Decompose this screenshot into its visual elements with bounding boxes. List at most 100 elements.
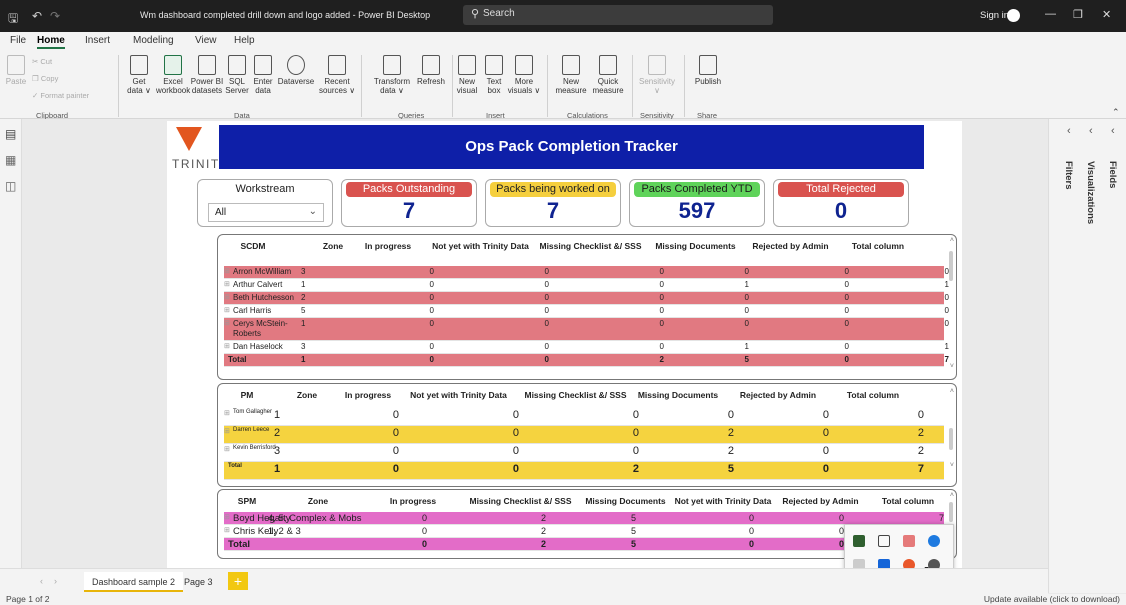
scroll-up-icon[interactable]: ˄ <box>950 388 954 395</box>
column-header[interactable]: In progress <box>353 241 423 251</box>
table-row[interactable]: ⊞ Arron McWilliam 3 0 0 0 0 0 0 <box>224 266 949 279</box>
table-row[interactable]: ⊞ Cerys McStein- Roberts 1 0 0 0 0 0 0 <box>224 318 949 342</box>
update-available-link[interactable]: Update available (click to download) <box>984 594 1120 604</box>
expand-icon[interactable]: ⊞ <box>224 267 230 275</box>
total-row[interactable]: Total 1 0 0 2 5 0 7 <box>224 462 944 480</box>
text-box-button[interactable]: Text box <box>482 55 506 95</box>
total-row[interactable]: Total 0 2 5 0 0 <box>224 538 944 551</box>
column-header[interactable]: Rejected by Admin <box>743 241 838 251</box>
column-header[interactable]: Missing Checklist &/ SSS <box>523 390 628 400</box>
table-row[interactable]: ⊞ Dan Haselock 3 0 0 0 1 0 1 <box>224 341 949 355</box>
cut-button[interactable]: ✂ Cut <box>32 57 52 66</box>
scroll-up-icon[interactable]: ˄ <box>950 237 954 244</box>
pm-table[interactable]: PM Zone In progress Not yet with Trinity Da… <box>217 383 957 487</box>
workstream-dropdown[interactable]: All ⌄ <box>208 203 324 222</box>
excel-workbook-button[interactable]: Excel workbook <box>156 55 190 95</box>
restore-icon[interactable]: ❐ <box>1073 8 1083 21</box>
nvidia-icon[interactable] <box>853 535 865 547</box>
menu-insert[interactable]: Insert <box>85 35 110 46</box>
table-row[interactable]: ⊞ Carl Harris 5 0 0 0 0 0 0 <box>224 305 949 318</box>
column-header[interactable]: SCDM <box>223 241 283 251</box>
table-row[interactable]: ⊞ Boyd Hegarty 4, 5, Complex & Mobs 0 2 5 0 0 7 <box>224 512 944 525</box>
column-header[interactable]: Missing Checklist &/ SSS <box>533 241 648 251</box>
expand-icon[interactable]: ⊞ <box>224 526 230 534</box>
transform-data-button[interactable]: Transform data ∨ <box>370 55 414 95</box>
sign-in-link[interactable]: Sign in <box>980 10 1009 21</box>
column-header[interactable]: Missing Checklist &/ SSS <box>463 496 578 506</box>
powerbi-datasets-button[interactable]: Power BI datasets <box>190 55 224 95</box>
column-header[interactable]: Zone <box>292 390 322 400</box>
table-row[interactable]: ⊞ Kevin Berrisford 3 0 0 0 2 0 2 <box>224 444 944 462</box>
sensitivity-button[interactable]: Sensitivity ∨ <box>636 55 678 95</box>
close-icon[interactable]: ✕ <box>1102 8 1111 21</box>
expand-icon[interactable]: ⊞ <box>224 342 230 350</box>
column-header[interactable]: Not yet with Trinity Data <box>396 390 521 400</box>
filters-pane-tab[interactable]: Filters <box>1063 161 1074 190</box>
column-header[interactable]: In progress <box>338 390 398 400</box>
publish-button[interactable]: Publish <box>690 55 726 86</box>
collapse-filters-icon[interactable]: ‹ <box>1067 125 1071 137</box>
undo-icon[interactable]: ↶ <box>32 9 42 23</box>
format-painter-button[interactable]: ✓ Format painter <box>32 91 89 100</box>
copy-button[interactable]: ❐ Copy <box>32 74 58 83</box>
scroll-down-icon[interactable]: ˅ <box>950 462 954 469</box>
collapse-ribbon-icon[interactable]: ⌃ <box>1112 107 1120 118</box>
expand-icon[interactable]: ⊞ <box>224 409 230 417</box>
quick-measure-button[interactable]: Quick measure <box>590 55 626 95</box>
column-header[interactable]: Rejected by Admin <box>728 390 828 400</box>
table-row[interactable]: ⊞ Darren Leece 2 0 0 0 2 0 2 <box>224 426 944 444</box>
bluetooth-icon[interactable] <box>928 535 940 547</box>
account-icon[interactable] <box>1007 9 1020 22</box>
new-visual-button[interactable]: New visual <box>454 55 480 95</box>
minimize-icon[interactable]: — <box>1045 8 1056 20</box>
visualizations-pane-tab[interactable]: Visualizations <box>1085 161 1096 224</box>
model-view-icon[interactable]: ◫ <box>5 179 16 193</box>
column-header[interactable]: PM <box>222 390 272 400</box>
column-header[interactable]: Total column <box>838 241 918 251</box>
expand-icon[interactable]: ⊞ <box>224 280 230 288</box>
fields-pane-tab[interactable]: Fields <box>1107 161 1118 188</box>
expand-icon[interactable]: ⊞ <box>224 427 230 435</box>
column-header[interactable]: Missing Documents <box>578 496 673 506</box>
expand-icon[interactable]: ⊞ <box>224 293 230 301</box>
column-header[interactable]: Missing Documents <box>648 241 743 251</box>
collapse-fields-icon[interactable]: ‹ <box>1111 125 1115 137</box>
snip-icon[interactable] <box>903 535 915 547</box>
recent-sources-button[interactable]: Recent sources ∨ <box>318 55 356 95</box>
expand-icon[interactable]: ⊞ <box>224 306 230 314</box>
tab-page-3[interactable]: Page 3 <box>176 572 221 592</box>
column-header[interactable]: Missing Documents <box>628 390 728 400</box>
expand-icon[interactable]: ⊞ <box>224 513 230 521</box>
search-input[interactable]: ⚲ Search <box>463 5 773 25</box>
scdm-table[interactable]: SCDM Zone In progress Not yet with Trinity … <box>217 234 957 380</box>
tab-dashboard-sample-2[interactable]: Dashboard sample 2 <box>84 572 184 592</box>
expand-icon[interactable]: ⊞ <box>224 319 230 327</box>
dataverse-button[interactable]: Dataverse <box>276 55 316 86</box>
scrollbar[interactable] <box>949 251 953 281</box>
total-row[interactable]: Total 1 0 0 2 5 0 7 <box>224 354 949 368</box>
data-view-icon[interactable]: ▦ <box>5 153 16 167</box>
paste-button[interactable]: Paste <box>4 55 28 86</box>
menu-help[interactable]: Help <box>234 35 255 46</box>
save-icon[interactable]: 🖫 <box>8 9 18 30</box>
scrollbar[interactable] <box>949 502 953 522</box>
menu-file[interactable]: File <box>10 35 26 46</box>
scroll-down-icon[interactable]: ˅ <box>950 363 954 370</box>
table-row[interactable]: ⊞ Chris Kelly 1, 2 & 302500 <box>224 525 944 538</box>
column-header[interactable]: Not yet with Trinity Data <box>673 496 773 506</box>
column-header[interactable]: Total column <box>868 496 948 506</box>
table-row[interactable]: ⊞ Beth Hutchesson 2 0 0 0 0 0 0 <box>224 292 949 305</box>
menu-modeling[interactable]: Modeling <box>133 35 174 46</box>
get-data-button[interactable]: Get data ∨ <box>122 55 156 95</box>
column-header[interactable]: In progress <box>368 496 458 506</box>
scroll-up-icon[interactable]: ˄ <box>950 492 954 499</box>
new-measure-button[interactable]: New measure <box>553 55 589 95</box>
next-page-icon[interactable]: › <box>54 576 57 586</box>
add-page-button[interactable]: + <box>228 572 248 590</box>
column-header[interactable]: Zone <box>313 241 353 251</box>
column-header[interactable]: Zone <box>300 496 336 506</box>
column-header[interactable]: Not yet with Trinity Data <box>423 241 538 251</box>
menu-home[interactable]: Home <box>37 35 65 49</box>
enter-data-button[interactable]: Enter data <box>250 55 276 95</box>
collapse-visualizations-icon[interactable]: ‹ <box>1089 125 1093 137</box>
